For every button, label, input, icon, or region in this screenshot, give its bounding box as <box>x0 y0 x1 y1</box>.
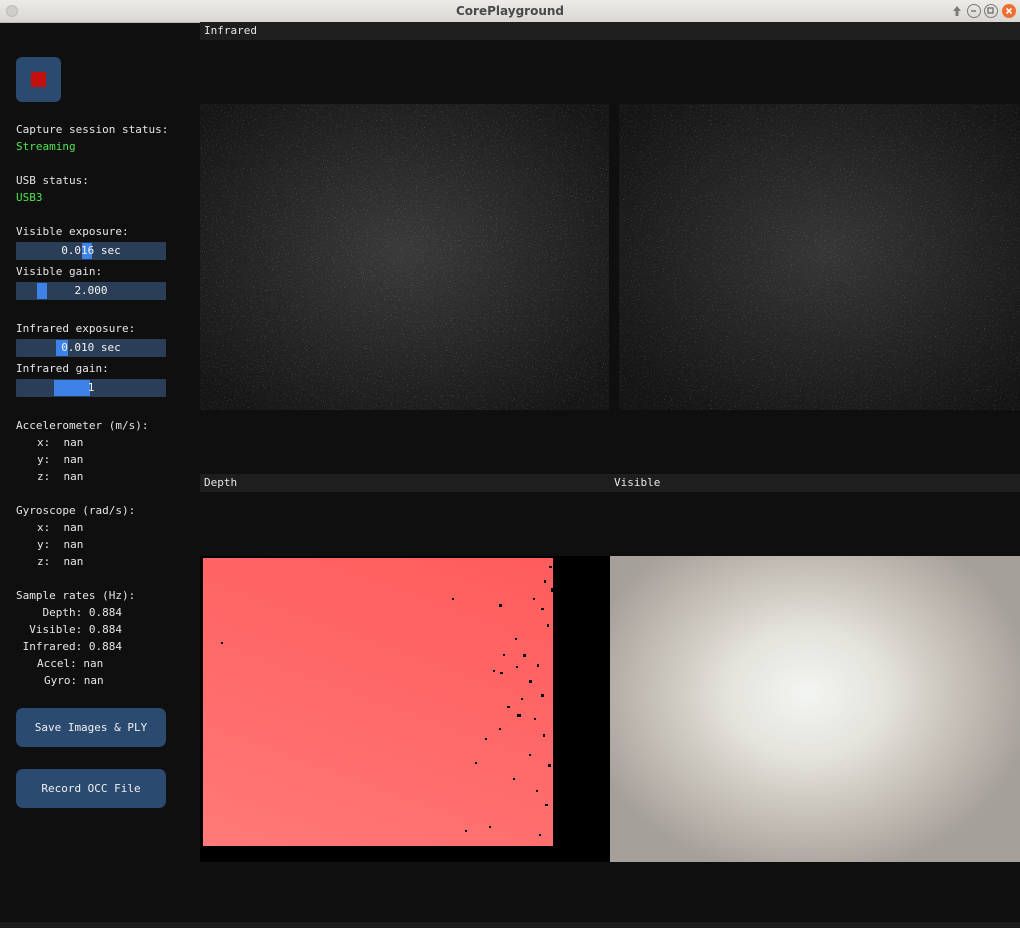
depth-panel <box>200 556 610 862</box>
visible-gain-label: Visible gain: <box>16 265 103 278</box>
visible-exposure-slider[interactable]: 0.016 sec <box>16 242 166 260</box>
window-maximize-button[interactable] <box>984 4 998 18</box>
visible-exposure-label: Visible exposure: <box>16 225 129 238</box>
depth-holes-overlay <box>221 558 557 846</box>
window-bottom-edge <box>0 922 1020 928</box>
slider-value: 2.000 <box>74 284 108 297</box>
rate-accel-value: Accel: nan <box>37 657 104 670</box>
infrared-gain-label: Infrared gain: <box>16 362 109 375</box>
usb-status-value: USB3 <box>16 191 43 204</box>
infrared-exposure-slider[interactable]: 0.010 sec <box>16 339 166 357</box>
infrared-left-image <box>200 104 609 410</box>
rate-visible-value: Visible: 0.884 <box>29 623 122 636</box>
stop-icon <box>31 72 46 87</box>
gyro-y-value: y: nan <box>37 538 84 551</box>
infrared-right-image <box>619 104 1020 410</box>
window-up-icon[interactable] <box>950 4 964 18</box>
accel-z-value: z: nan <box>37 470 84 483</box>
infrared-exposure-label: Infrared exposure: <box>16 322 136 335</box>
gyroscope-label: Gyroscope (rad/s): <box>16 504 136 517</box>
accel-x-value: x: nan <box>37 436 84 449</box>
capture-status-label: Capture session status: <box>16 123 169 136</box>
window-minimize-button[interactable] <box>967 4 981 18</box>
infrared-gain-slider[interactable]: 1 <box>16 379 166 397</box>
capture-status-value: Streaming <box>16 140 76 153</box>
visible-gain-slider[interactable]: 2.000 <box>16 282 166 300</box>
infrared-left-noise <box>200 104 609 410</box>
visible-panel-header: Visible <box>610 474 1020 492</box>
rate-infrared-value: Infrared: 0.884 <box>22 640 122 653</box>
window-title: CorePlayground <box>456 4 564 18</box>
rate-gyro-value: Gyro: nan <box>44 674 104 687</box>
slider-value: 0.010 sec <box>61 341 121 354</box>
accel-y-value: y: nan <box>37 453 84 466</box>
control-sidebar: Capture session status: Streaming USB st… <box>0 22 192 928</box>
stop-capture-button[interactable] <box>16 57 61 102</box>
depth-panel-header: Depth <box>200 474 610 492</box>
window-close-button[interactable] <box>1002 4 1016 18</box>
slider-value: 0.016 sec <box>61 244 121 257</box>
slider-value: 1 <box>87 381 95 394</box>
infrared-right-noise <box>619 104 1020 410</box>
record-occ-file-button[interactable]: Record OCC File <box>16 769 166 808</box>
gyro-x-value: x: nan <box>37 521 84 534</box>
rate-depth-value: Depth: 0.884 <box>42 606 122 619</box>
accelerometer-label: Accelerometer (m/s): <box>16 419 149 432</box>
depth-image <box>203 558 557 846</box>
usb-status-label: USB status: <box>16 174 89 187</box>
visible-image <box>610 556 1020 862</box>
infrared-panel-header: Infrared <box>200 22 1020 40</box>
gyro-z-value: z: nan <box>37 555 84 568</box>
save-images-ply-button[interactable]: Save Images & PLY <box>16 708 166 747</box>
sample-rates-label: Sample rates (Hz): <box>16 589 136 602</box>
window-titlebar: CorePlayground <box>0 0 1020 23</box>
